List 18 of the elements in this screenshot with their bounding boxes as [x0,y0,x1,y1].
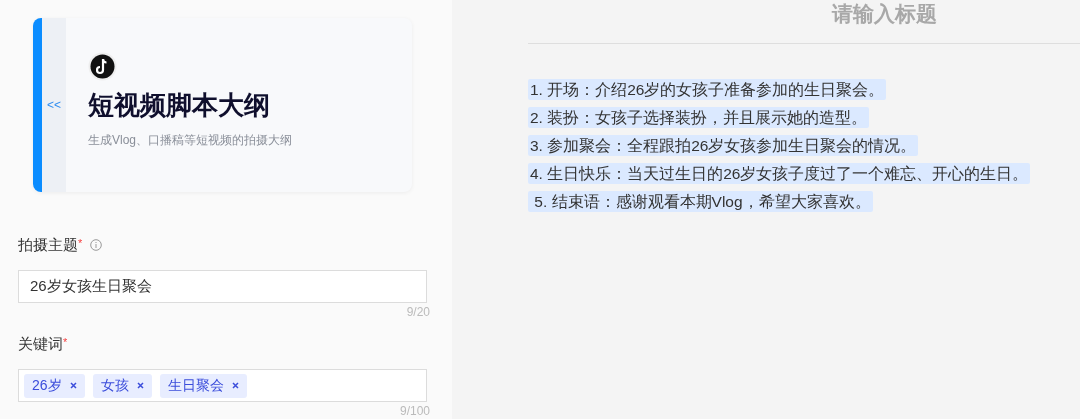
tag-input-field[interactable]: 26岁 女孩 生日聚会 [18,369,427,402]
card-subtitle: 生成Vlog、口播稿等短视频的拍摄大纲 [88,132,293,149]
character-counter: 9/100 [399,403,430,419]
keyword-tag: 女孩 [92,373,152,398]
close-icon[interactable] [69,382,77,389]
card-title: 短视频脚本大纲 [88,89,271,122]
close-icon[interactable] [136,382,144,389]
keyword-tag: 生日聚会 [159,373,247,398]
music-note-logo-icon [88,52,117,81]
required-mark: * [78,236,83,249]
collapse-button[interactable]: << [42,18,66,192]
required-mark: * [63,335,68,348]
field-label: 拍摄主题 [18,234,78,255]
character-counter: 9/20 [406,304,430,320]
input-field[interactable]: 26岁女孩生日聚会 [18,270,427,303]
keyword-tag: 26岁 [24,373,85,398]
close-icon[interactable] [231,382,239,389]
field-label: 关键词 [18,333,63,354]
